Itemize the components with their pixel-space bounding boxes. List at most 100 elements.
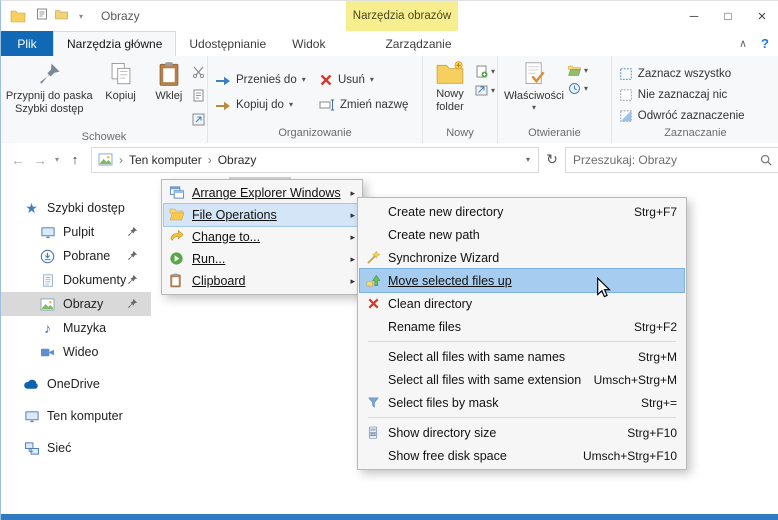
rename-icon <box>319 99 335 110</box>
submenu-item-select-files-by-mask[interactable]: Select files by mask Strg+= <box>360 391 684 414</box>
menu-item-label: Change to... <box>192 230 261 244</box>
new-folder-label-line1: Nowy <box>436 88 464 100</box>
navigation-buttons: ← → ▾ ↑ <box>7 152 87 168</box>
sidebar-item-ten-komputer[interactable]: Ten komputer <box>1 404 151 428</box>
tab-view[interactable]: Widok <box>279 31 338 56</box>
search-input[interactable] <box>566 152 754 167</box>
cut-icon[interactable] <box>192 65 205 83</box>
history-button[interactable]: ▾ <box>568 82 588 95</box>
back-button[interactable]: ← <box>7 152 29 168</box>
menu-item-file-operations[interactable]: File Operations ▸ <box>163 203 361 227</box>
sidebar-item-dokumenty[interactable]: Dokumenty <box>1 268 151 292</box>
submenu-item-select-all-same-extension[interactable]: Select all files with same extension Ums… <box>360 368 684 391</box>
submenu-item-label: Create new directory <box>388 204 504 219</box>
explorer-app-icon <box>10 9 26 23</box>
pictures-icon <box>39 296 56 313</box>
new-item-button[interactable]: ▾ <box>475 65 495 78</box>
sidebar-item-onedrive[interactable]: OneDrive <box>1 372 151 396</box>
sidebar-item-siec[interactable]: Sieć <box>1 436 151 460</box>
submenu-item-synchronize-wizard[interactable]: Synchronize Wizard <box>360 246 684 269</box>
up-button[interactable]: ↑ <box>63 152 87 167</box>
sidebar-item-label: Szybki dostęp <box>47 201 125 215</box>
qat-customize-dropdown-icon[interactable]: ▾ <box>75 12 87 21</box>
paste-icon <box>159 62 179 86</box>
search-icon[interactable] <box>754 153 778 167</box>
ribbon-collapse-icon[interactable]: ∧ <box>739 37 747 50</box>
sidebar-item-pobrane[interactable]: Pobrane <box>1 244 151 268</box>
move-to-button[interactable]: Przenieś do ▾ <box>210 67 314 92</box>
crumb-separator-icon: › <box>207 152 212 167</box>
sidebar-item-obrazy[interactable]: Obrazy <box>1 292 151 316</box>
properties-button[interactable]: Właściwości ▾ <box>500 59 568 127</box>
easy-access-button[interactable]: ▾ <box>475 84 495 97</box>
crumb-obrazy[interactable]: Obrazy <box>218 153 257 167</box>
submenu-item-show-directory-size[interactable]: Show directory size Strg+F10 <box>360 421 684 444</box>
group-label-open: Otwieranie <box>528 127 581 139</box>
change-to-icon <box>169 229 186 245</box>
copy-button[interactable]: Kopiuj <box>96 59 146 131</box>
rename-button[interactable]: Zmień nazwę <box>314 92 420 117</box>
new-folder-button[interactable]: Nowy folder <box>425 59 475 127</box>
refresh-icon[interactable]: ↻ <box>539 151 565 168</box>
select-by-mask-icon <box>363 395 383 411</box>
delete-button[interactable]: Usuń ▾ <box>314 67 420 92</box>
submenu-item-move-selected-files-up[interactable]: Move selected files up <box>359 268 685 293</box>
menu-item-run[interactable]: Run... ▸ <box>164 248 360 270</box>
select-none-button[interactable]: Nie zaznaczaj nic <box>614 84 750 105</box>
pin-icon <box>127 226 138 240</box>
sidebar-item-label: Wideo <box>63 345 99 359</box>
menu-separator <box>368 341 676 342</box>
easy-access-caret-icon: ▾ <box>490 86 495 95</box>
copy-to-button[interactable]: Kopiuj do ▾ <box>210 92 314 117</box>
submenu-item-rename-files[interactable]: Rename files Strg+F2 <box>360 315 684 338</box>
tab-share[interactable]: Udostępnianie <box>176 31 279 56</box>
crumb-ten-komputer[interactable]: Ten komputer <box>129 153 202 167</box>
invert-selection-button[interactable]: Odwróć zaznaczenie <box>614 105 750 126</box>
sidebar-item-quick-access[interactable]: ★ Szybki dostęp <box>1 196 151 220</box>
close-button[interactable]: × <box>745 1 778 31</box>
minimize-button[interactable]: ─ <box>677 1 711 31</box>
file-operations-submenu: Create new directory Strg+F7 Create new … <box>357 197 687 470</box>
submenu-item-select-all-same-names[interactable]: Select all files with same names Strg+M <box>360 345 684 368</box>
tab-home[interactable]: Narzędzia główne <box>53 31 177 57</box>
pin-icon <box>127 274 138 288</box>
menu-item-arrange-explorer-windows[interactable]: Arrange Explorer Windows ▸ <box>164 182 360 204</box>
menu-item-change-to[interactable]: Change to... ▸ <box>164 226 360 248</box>
qat-properties-icon[interactable] <box>36 7 48 25</box>
copy-path-icon[interactable] <box>192 89 205 107</box>
address-dropdown-icon[interactable]: ▾ <box>526 155 530 164</box>
group-open: Właściwości ▾ ▾ ▾ Otwieranie <box>498 56 612 143</box>
paste-button[interactable]: Wklej <box>146 59 192 131</box>
forward-button[interactable]: → <box>29 152 51 168</box>
pin-to-quick-access-button[interactable]: Przypnij do paska Szybki dostęp <box>3 59 96 131</box>
submenu-item-show-free-disk-space[interactable]: Show free disk space Umsch+Strg+F10 <box>360 444 684 467</box>
quick-access-toolbar: ▾ <box>36 7 87 25</box>
arrange-windows-icon <box>169 185 186 201</box>
group-select: Zaznacz wszystko Nie zaznaczaj nic Odwró… <box>612 56 778 143</box>
maximize-button[interactable]: □ <box>711 1 745 31</box>
invert-selection-icon <box>620 109 632 122</box>
qat-new-folder-icon[interactable] <box>55 7 68 25</box>
help-icon[interactable]: ? <box>761 36 769 51</box>
sidebar-item-wideo[interactable]: Wideo <box>1 340 151 364</box>
tab-file[interactable]: Plik <box>1 31 53 56</box>
properties-caret-icon: ▾ <box>531 102 536 112</box>
paste-shortcut-icon[interactable] <box>192 113 205 131</box>
submenu-item-label: Show directory size <box>388 425 497 440</box>
submenu-item-create-new-directory[interactable]: Create new directory Strg+F7 <box>360 200 684 223</box>
submenu-item-create-new-path[interactable]: Create new path <box>360 223 684 246</box>
select-all-button[interactable]: Zaznacz wszystko <box>614 63 750 84</box>
recent-locations-icon[interactable]: ▾ <box>51 155 63 164</box>
submenu-item-shortcut: Umsch+Strg+F10 <box>582 448 677 463</box>
submenu-arrow-icon: ▸ <box>350 187 355 198</box>
tab-manage[interactable]: Zarządzanie <box>372 31 464 56</box>
sidebar-item-pulpit[interactable]: Pulpit <box>1 220 151 244</box>
submenu-item-clean-directory[interactable]: Clean directory <box>360 292 684 315</box>
select-none-label: Nie zaznaczaj nic <box>637 88 728 101</box>
submenu-item-label: Select files by mask <box>388 395 499 410</box>
sidebar-item-muzyka[interactable]: ♪ Muzyka <box>1 316 151 340</box>
clean-directory-x-icon <box>363 296 383 312</box>
breadcrumb[interactable]: › Ten komputer › Obrazy ▾ <box>91 146 539 173</box>
open-button[interactable]: ▾ <box>568 65 588 76</box>
menu-item-clipboard[interactable]: Clipboard ▸ <box>164 270 360 292</box>
